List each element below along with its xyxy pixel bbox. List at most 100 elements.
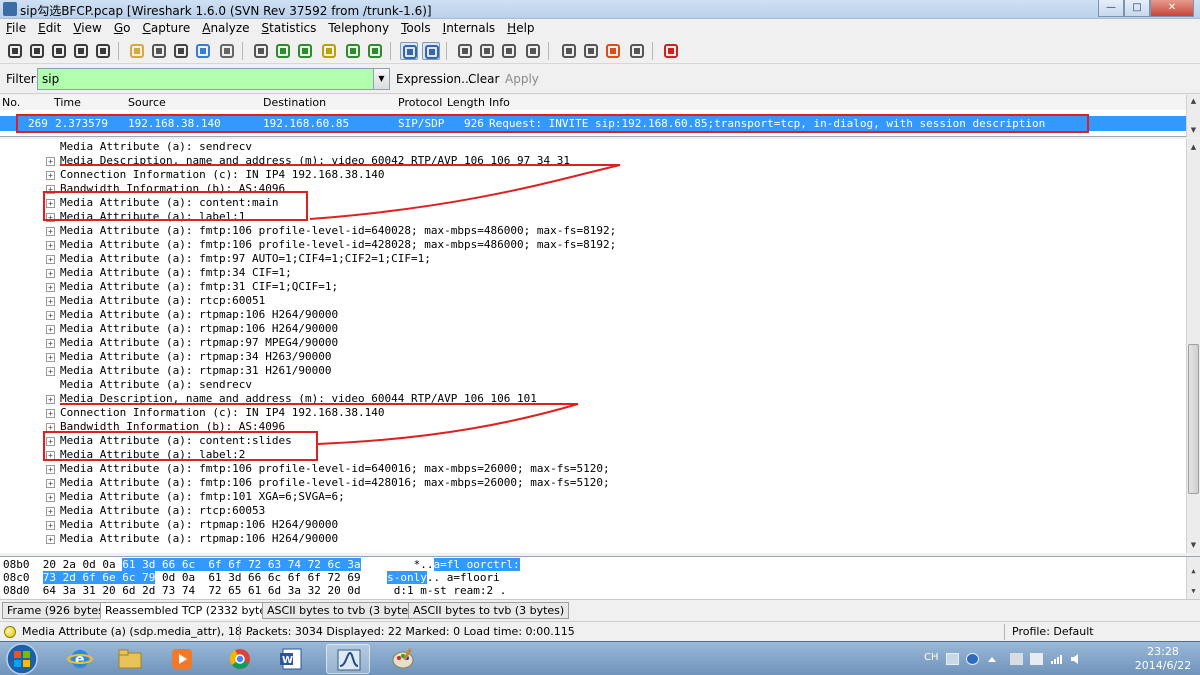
filter-input[interactable]: sip: [37, 68, 375, 90]
interface-list-icon[interactable]: [6, 42, 24, 60]
packet-details-pane[interactable]: Media Attribute (a): sendrecv + Media Desc…: [0, 139, 1200, 553]
go-last-icon[interactable]: [366, 42, 384, 60]
file-explorer-icon[interactable]: [108, 644, 152, 674]
expand-toggle-icon[interactable]: +: [46, 171, 55, 180]
help-icon[interactable]: [662, 42, 680, 60]
network-warning-icon[interactable]: [1030, 653, 1043, 665]
tree-item[interactable]: + Media Attribute (a): label:1: [46, 210, 245, 224]
internet-explorer-icon[interactable]: e: [58, 644, 102, 674]
tree-item[interactable]: + Media Attribute (a): rtcp:60053: [46, 504, 265, 518]
word-icon[interactable]: W: [270, 644, 314, 674]
expand-toggle-icon[interactable]: +: [46, 535, 55, 544]
expand-toggle-icon[interactable]: +: [46, 255, 55, 264]
filter-dropdown-button[interactable]: ▼: [373, 68, 390, 90]
expand-toggle-icon[interactable]: +: [46, 241, 55, 250]
tree-item[interactable]: + Media Attribute (a): rtpmap:31 H261/900…: [46, 364, 332, 378]
menu-item-file[interactable]: File: [0, 19, 32, 38]
packet-list-scrollbar[interactable]: ▲ ▼: [1186, 95, 1200, 137]
scroll-up-arrow-icon[interactable]: ▲: [1187, 95, 1200, 107]
find-packet-icon[interactable]: [252, 42, 270, 60]
preferences-icon[interactable]: [628, 42, 646, 60]
tree-item[interactable]: + Media Attribute (a): fmtp:106 profile-l…: [46, 462, 610, 476]
reload-icon[interactable]: [194, 42, 212, 60]
help-icon[interactable]: [966, 653, 979, 665]
tree-item[interactable]: + Media Attribute (a): content:slides: [46, 434, 292, 448]
column-header-info[interactable]: Info: [489, 96, 510, 109]
expand-toggle-icon[interactable]: +: [46, 227, 55, 236]
menu-item-internals[interactable]: Internals: [437, 19, 502, 38]
paint-icon[interactable]: [382, 644, 426, 674]
expand-toggle-icon[interactable]: +: [46, 213, 55, 222]
menu-item-tools[interactable]: Tools: [395, 19, 437, 38]
column-header-protocol[interactable]: Protocol: [398, 96, 442, 109]
expression-button[interactable]: Expression...: [396, 72, 473, 86]
expand-toggle-icon[interactable]: +: [46, 493, 55, 502]
expand-toggle-icon[interactable]: +: [46, 283, 55, 292]
capture-options-icon[interactable]: [28, 42, 46, 60]
expand-toggle-icon[interactable]: +: [46, 339, 55, 348]
tree-item[interactable]: + Connection Information (c): IN IP4 192.…: [46, 168, 385, 182]
show-hidden-icons-icon[interactable]: [986, 653, 999, 665]
tree-item[interactable]: + Media Attribute (a): fmtp:106 profile-l…: [46, 224, 616, 238]
expand-toggle-icon[interactable]: +: [46, 451, 55, 460]
expand-toggle-icon[interactable]: +: [46, 395, 55, 404]
tree-item[interactable]: + Connection Information (c): IN IP4 192.…: [46, 406, 385, 420]
action-center-icon[interactable]: [1010, 653, 1023, 665]
expand-toggle-icon[interactable]: +: [46, 409, 55, 418]
clear-button[interactable]: Clear: [468, 72, 499, 86]
clock[interactable]: 23:28 2014/6/22: [1132, 645, 1194, 673]
column-header-no[interactable]: No.: [2, 96, 20, 109]
tree-item[interactable]: + Media Attribute (a): rtpmap:106 H264/90…: [46, 518, 338, 532]
tree-item[interactable]: + Media Attribute (a): fmtp:101 XGA=6;SVG…: [46, 490, 345, 504]
maximize-button[interactable]: □: [1124, 0, 1150, 17]
minimize-button[interactable]: —: [1098, 0, 1124, 17]
keyboard-icon[interactable]: [946, 653, 959, 665]
menu-item-go[interactable]: Go: [108, 19, 137, 38]
expand-toggle-icon[interactable]: +: [46, 423, 55, 432]
expand-toggle-icon[interactable]: +: [46, 269, 55, 278]
column-header-source[interactable]: Source: [128, 96, 166, 109]
expand-toggle-icon[interactable]: +: [46, 521, 55, 530]
expand-toggle-icon[interactable]: +: [46, 325, 55, 334]
tab-frame[interactable]: Frame (926 bytes): [2, 602, 114, 619]
input-language[interactable]: CH: [924, 652, 939, 663]
save-file-icon[interactable]: [150, 42, 168, 60]
tree-item[interactable]: Media Attribute (a): sendrecv: [46, 378, 252, 392]
menu-item-statistics[interactable]: Statistics: [256, 19, 323, 38]
stop-capture-icon[interactable]: [72, 42, 90, 60]
expand-toggle-icon[interactable]: +: [46, 353, 55, 362]
media-player-icon[interactable]: [160, 644, 204, 674]
menu-item-analyze[interactable]: Analyze: [196, 19, 255, 38]
tree-item[interactable]: + Media Attribute (a): rtpmap:106 H264/90…: [46, 532, 338, 546]
status-profile[interactable]: Profile: Default: [1012, 625, 1094, 638]
tree-item[interactable]: + Media Attribute (a): rtpmap:106 H264/90…: [46, 308, 338, 322]
tab-reassembled-tcp[interactable]: Reassembled TCP (2332 bytes): [100, 602, 282, 619]
expert-info-icon[interactable]: [4, 626, 16, 638]
scroll-down-arrow-icon[interactable]: ▼: [1187, 124, 1200, 136]
coloring-rules-icon[interactable]: [604, 42, 622, 60]
start-capture-icon[interactable]: [50, 42, 68, 60]
tree-item[interactable]: + Media Attribute (a): content:main: [46, 196, 279, 210]
details-scrollbar-thumb[interactable]: [1188, 344, 1199, 494]
column-header-time[interactable]: Time: [54, 96, 81, 109]
go-first-icon[interactable]: [344, 42, 362, 60]
expand-toggle-icon[interactable]: +: [46, 367, 55, 376]
start-orb-icon[interactable]: [2, 642, 42, 675]
close-button[interactable]: ✕: [1150, 0, 1194, 17]
auto-scroll-icon[interactable]: [422, 42, 440, 60]
close-file-icon[interactable]: [172, 42, 190, 60]
tree-item[interactable]: + Bandwidth Information (b): AS:4096: [46, 182, 285, 196]
expand-toggle-icon[interactable]: +: [46, 465, 55, 474]
print-icon[interactable]: [218, 42, 236, 60]
go-back-icon[interactable]: [274, 42, 292, 60]
tree-item[interactable]: + Media Attribute (a): fmtp:31 CIF=1;QCIF…: [46, 280, 338, 294]
tree-item[interactable]: + Media Attribute (a): rtpmap:34 H263/900…: [46, 350, 332, 364]
menu-item-telephony[interactable]: Telephony: [322, 19, 395, 38]
tab-ascii-bytes-2[interactable]: ASCII bytes to tvb (3 bytes): [408, 602, 570, 619]
selected-packet-row[interactable]: 269 2.373579 192.168.38.140 192.168.60.8…: [0, 116, 1186, 131]
details-scrollbar[interactable]: ▲ ▼: [1186, 139, 1200, 553]
bytes-scrollbar[interactable]: ▲ ▼: [1186, 557, 1200, 599]
zoom-in-icon[interactable]: [456, 42, 474, 60]
tree-item[interactable]: + Media Attribute (a): label:2: [46, 448, 245, 462]
tree-item[interactable]: + Media Attribute (a): rtpmap:97 MPEG4/90…: [46, 336, 338, 350]
